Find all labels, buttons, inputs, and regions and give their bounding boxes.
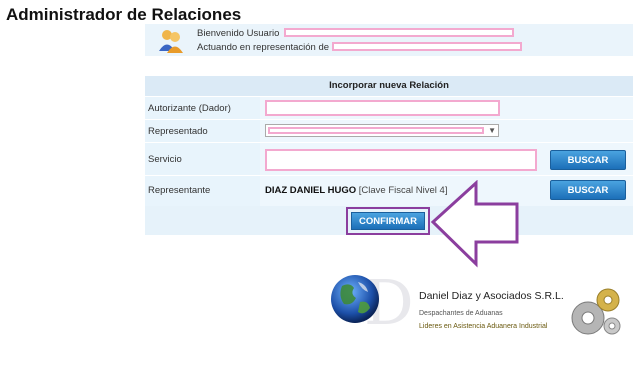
welcome-user-value (284, 28, 514, 37)
user-info-panel: Bienvenido Usuario Actuando en represent… (145, 24, 633, 56)
acting-user-value (332, 42, 522, 51)
autorizante-label: Autorizante (Dador) (148, 103, 231, 114)
row-representado: Representado ▼ (145, 119, 633, 142)
autorizante-input[interactable] (265, 100, 500, 116)
page-title: Administrador de Relaciones (6, 5, 242, 24)
gears-icon (571, 288, 621, 335)
representante-label: Representante (148, 185, 211, 196)
company-logo: D Daniel Diaz y Asociados S.R.L. Despach… (320, 268, 630, 348)
confirm-highlight: CONFIRMAR (346, 207, 430, 235)
row-representante: Representante DIAZ DANIEL HUGO [Clave Fi… (145, 175, 633, 206)
servicio-label: Servicio (148, 154, 182, 165)
form-header: Incorporar nueva Relación (145, 76, 633, 96)
row-servicio: Servicio BUSCAR (145, 142, 633, 175)
representado-select[interactable]: ▼ (265, 124, 499, 137)
representante-name: DIAZ DANIEL HUGO (265, 185, 357, 196)
buscar-representante-button[interactable]: BUSCAR (550, 180, 626, 200)
globe-icon (331, 275, 379, 323)
company-name: Daniel Diaz y Asociados S.R.L. (419, 290, 564, 302)
acting-label: Actuando en representación de (197, 42, 330, 53)
representante-value: DIAZ DANIEL HUGO [Clave Fiscal Nivel 4] (265, 185, 447, 196)
company-tagline-2: Lideres en Asistencia Aduanera Industria… (419, 323, 548, 330)
row-autorizante: Autorizante (Dador) (145, 96, 633, 119)
servicio-input[interactable] (265, 149, 537, 171)
chevron-down-icon: ▼ (488, 126, 496, 135)
welcome-label: Bienvenido Usuario (197, 28, 280, 39)
confirm-button[interactable]: CONFIRMAR (351, 212, 425, 230)
pointer-arrow-icon (430, 180, 519, 268)
users-icon (158, 27, 184, 53)
company-tagline-1: Despachantes de Aduanas (419, 310, 503, 317)
buscar-servicio-button[interactable]: BUSCAR (550, 150, 626, 170)
representado-label: Representado (148, 126, 208, 137)
